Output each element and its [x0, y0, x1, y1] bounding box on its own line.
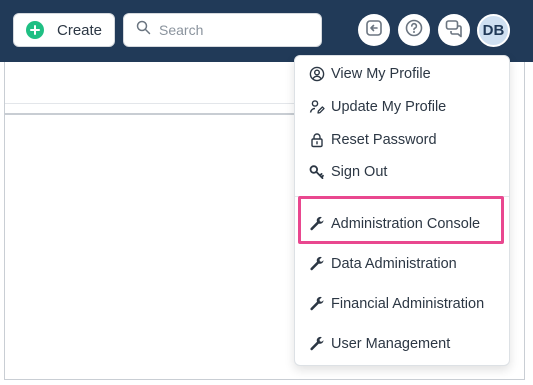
menu-item-administration-console[interactable]: Administration Console [295, 210, 509, 238]
menu-item-financial-administration[interactable]: Financial Administration [295, 290, 509, 318]
menu-item-data-administration[interactable]: Data Administration [295, 250, 509, 278]
top-navigation-bar: Create DB [0, 0, 533, 62]
question-circle-icon [404, 18, 424, 43]
lock-icon [309, 132, 325, 148]
key-icon [309, 164, 325, 180]
menu-item-label: Sign Out [331, 164, 388, 180]
chat-bubbles-icon [444, 18, 464, 43]
search-input[interactable] [159, 22, 309, 38]
user-avatar-button[interactable]: DB [477, 14, 510, 47]
user-circle-icon [309, 66, 325, 82]
menu-divider [295, 196, 509, 197]
menu-item-label: View My Profile [331, 66, 431, 82]
user-edit-icon [309, 99, 325, 115]
wrench-icon [309, 296, 325, 312]
search-icon [136, 20, 151, 40]
wrench-icon [309, 256, 325, 272]
help-button[interactable] [398, 14, 430, 46]
menu-item-label: Administration Console [331, 216, 481, 232]
menu-item-label: User Management [331, 336, 451, 352]
menu-item-label: Financial Administration [331, 296, 485, 312]
wrench-icon [309, 336, 325, 352]
menu-item-label: Update My Profile [331, 99, 447, 115]
switch-app-button[interactable] [358, 14, 390, 46]
user-dropdown-menu: View My Profile Update My Profile Reset … [294, 55, 510, 366]
content-divider [5, 103, 295, 104]
menu-item-update-profile[interactable]: Update My Profile [295, 93, 509, 121]
menu-item-label: Reset Password [331, 132, 437, 148]
chat-button[interactable] [438, 14, 470, 46]
search-box[interactable] [123, 13, 322, 47]
content-divider-bold [5, 113, 295, 115]
menu-item-user-management[interactable]: User Management [295, 330, 509, 358]
menu-item-label: Data Administration [331, 256, 457, 272]
wrench-icon [309, 216, 325, 232]
create-button[interactable]: Create [13, 13, 115, 47]
menu-item-view-profile[interactable]: View My Profile [295, 60, 509, 88]
menu-item-sign-out[interactable]: Sign Out [295, 158, 509, 186]
plus-circle-icon [26, 21, 44, 39]
menu-item-reset-password[interactable]: Reset Password [295, 126, 509, 154]
sign-in-arrow-icon [364, 18, 384, 43]
create-button-label: Create [57, 21, 103, 39]
